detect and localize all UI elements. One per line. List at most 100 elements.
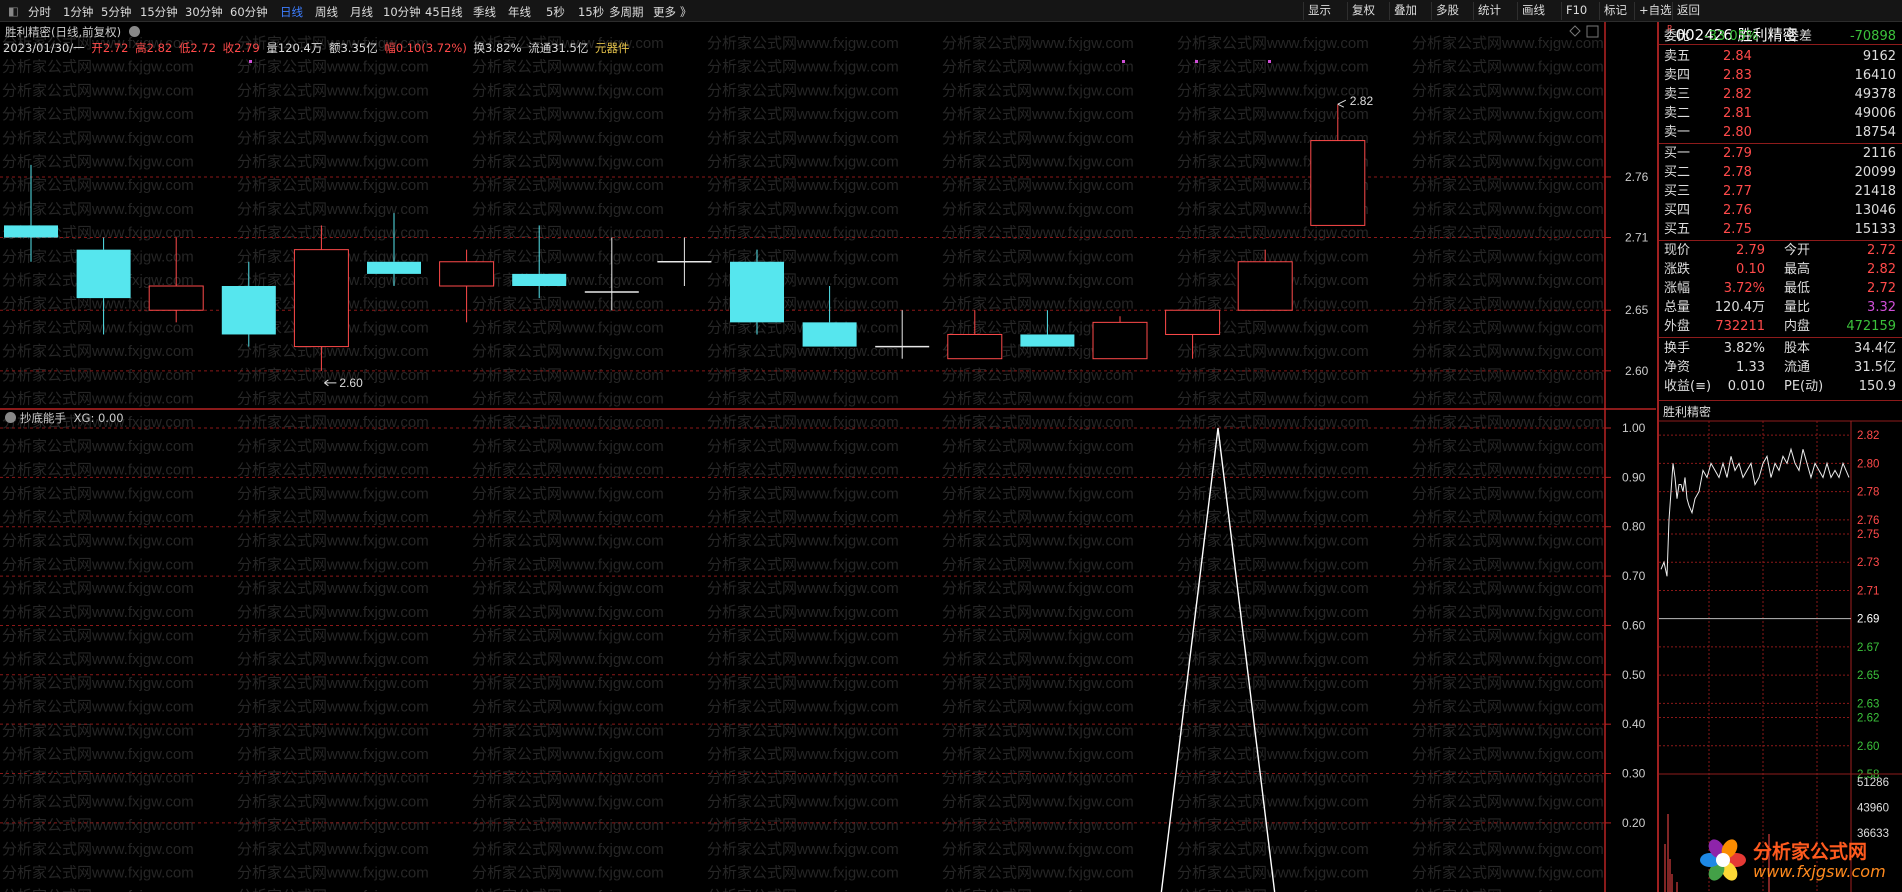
chart-title-text: 胜利精密(日线,前复权) (5, 25, 122, 39)
candle-body (439, 261, 495, 287)
ask-row: 卖五 2.84 9162 (1663, 48, 1898, 66)
stat2-row: 净资 1.33 流通 31.5亿 (1663, 359, 1898, 377)
ask-row: 卖一 2.80 18754 (1663, 124, 1898, 142)
mini-intraday-chart[interactable]: 胜利精密 2.58 2.60 2.62 2.63 2.65 2.67 2.69 2.71 2.73… (1659, 404, 1902, 892)
chart-canvas[interactable]: 分析家公式网www.fxjgw.com 分析家公式网www.fxjgw.com 分析… (0, 0, 1902, 892)
watermark-text: 分析家公式网www.fxjgw.com (2, 841, 194, 858)
watermark-text: 分析家公式网www.fxjgw.com (707, 367, 899, 384)
candle-body (221, 286, 276, 335)
candle-15[interactable] (1092, 316, 1148, 360)
ask-label: 卖一 (1664, 125, 1691, 140)
stat-label: 涨跌 (1664, 262, 1691, 277)
watermark-text: 分析家公式网www.fxjgw.com (942, 154, 1134, 171)
watermark-text: 分析家公式网www.fxjgw.com (1412, 391, 1604, 408)
watermark-text: 分析家公式网www.fxjgw.com (2, 533, 194, 550)
watermark-text: 分析家公式网www.fxjgw.com (707, 888, 899, 892)
bid-row: 买一 2.79 2116 (1663, 145, 1898, 163)
watermark-text: 分析家公式网www.fxjgw.com (707, 485, 899, 502)
watermark-text: 分析家公式网www.fxjgw.com (942, 272, 1134, 289)
watermark-text: 分析家公式网www.fxjgw.com (2, 770, 194, 787)
watermark-text: 分析家公式网www.fxjgw.com (707, 580, 899, 597)
watermark-text: 分析家公式网www.fxjgw.com (1177, 556, 1369, 573)
watermark-text: 分析家公式网www.fxjgw.com (707, 462, 899, 479)
mini-tick-label: 2.67 (1857, 642, 1879, 654)
candle-13[interactable] (947, 310, 1003, 360)
stat-value: 3.72% (1723, 281, 1765, 296)
watermark-text: 分析家公式网www.fxjgw.com (942, 533, 1134, 550)
watermark-text: 分析家公式网www.fxjgw.com (237, 651, 429, 668)
watermark-text: 分析家公式网www.fxjgw.com (1412, 35, 1604, 52)
watermark-text: 分析家公式网www.fxjgw.com (942, 722, 1134, 739)
watermark-text: 分析家公式网www.fxjgw.com (1412, 770, 1604, 787)
watermark-text: 分析家公式网www.fxjgw.com (1177, 628, 1369, 645)
watermark-text: 分析家公式网www.fxjgw.com (1412, 604, 1604, 621)
candle-9[interactable] (657, 237, 712, 286)
watermark-text: 分析家公式网www.fxjgw.com (707, 509, 899, 526)
watermark-text: 分析家公式网www.fxjgw.com (1412, 177, 1604, 194)
watermark-text: 分析家公式网www.fxjgw.com (707, 746, 899, 763)
watermark-text: 分析家公式网www.fxjgw.com (237, 817, 429, 834)
indicator-menu-icon[interactable] (5, 412, 16, 423)
watermark-text: 分析家公式网www.fxjgw.com (237, 793, 429, 810)
ask-volume: 49006 (1854, 106, 1896, 121)
settings-icon[interactable] (128, 26, 140, 37)
watermark-text: 分析家公式网www.fxjgw.com (237, 414, 429, 431)
watermark-text: 分析家公式网www.fxjgw.com (942, 888, 1134, 892)
watermark-text: 分析家公式网www.fxjgw.com (1177, 533, 1369, 550)
watermark-text: 分析家公式网www.fxjgw.com (1412, 793, 1604, 810)
watermark-text: 分析家公式网www.fxjgw.com (1412, 675, 1604, 692)
watermark-text: 分析家公式网www.fxjgw.com (707, 414, 899, 431)
watermark-text: 分析家公式网www.fxjgw.com (237, 722, 429, 739)
ask-row: 卖四 2.83 16410 (1663, 67, 1898, 85)
watermark-text: 分析家公式网www.fxjgw.com (1177, 485, 1369, 502)
mini-title: 胜利精密 (1663, 404, 1711, 419)
ask-row: 卖二 2.81 49006 (1663, 105, 1898, 123)
price-tick-label: 2.60 (1625, 364, 1649, 378)
watermark-text: 分析家公式网www.fxjgw.com (2, 793, 194, 810)
watermark-text: 分析家公式网www.fxjgw.com (2, 509, 194, 526)
watermark-text: 分析家公式网www.fxjgw.com (237, 106, 429, 123)
stat2-row: 换手 3.82% 股本 34.4亿 (1663, 340, 1898, 358)
watermark-text: 分析家公式网www.fxjgw.com (472, 367, 664, 384)
low-label: 2.60 (339, 376, 363, 390)
watermark-text: 分析家公式网www.fxjgw.com (1412, 722, 1604, 739)
indicator-tick-label: 0.90 (1622, 470, 1646, 484)
watermark-text: 分析家公式网www.fxjgw.com (707, 651, 899, 668)
bid-volume: 13046 (1854, 203, 1896, 218)
watermark-text: 分析家公式网www.fxjgw.com (472, 770, 664, 787)
watermark-text: 分析家公式网www.fxjgw.com (472, 82, 664, 99)
watermark-text: 分析家公式网www.fxjgw.com (2, 746, 194, 763)
site-logo: 分析家公式网 www.fxjgsw.com (1695, 832, 1898, 888)
info-high: 高2.82 (135, 41, 173, 55)
watermark-text: 分析家公式网www.fxjgw.com (237, 865, 429, 882)
watermark-text: 分析家公式网www.fxjgw.com (707, 722, 899, 739)
signal-marker (1195, 60, 1198, 63)
info-amount: 额3.35亿 (328, 41, 378, 55)
indicator-tick-label: 0.60 (1622, 618, 1646, 632)
watermark-text: 分析家公式网www.fxjgw.com (237, 462, 429, 479)
bid-price: 2.77 (1723, 184, 1752, 199)
watermark-text: 分析家公式网www.fxjgw.com (1412, 699, 1604, 716)
watermark-text: 分析家公式网www.fxjgw.com (707, 556, 899, 573)
signal-marker (1268, 60, 1271, 63)
candle-body (367, 261, 421, 274)
watermark-text: 分析家公式网www.fxjgw.com (942, 201, 1134, 218)
stat-label: 今开 (1784, 243, 1811, 258)
watermark-text: 分析家公式网www.fxjgw.com (942, 817, 1134, 834)
stat-row: 涨幅 3.72% 最低 2.72 (1663, 280, 1898, 298)
ask-label: 卖五 (1664, 49, 1691, 64)
info-sector[interactable]: 元器件 (595, 41, 630, 55)
watermark-text: 分析家公式网www.fxjgw.com (707, 865, 899, 882)
watermark-text: 分析家公式网www.fxjgw.com (1412, 343, 1604, 360)
bid-price: 2.78 (1723, 165, 1752, 180)
watermark-text: 分析家公式网www.fxjgw.com (1412, 556, 1604, 573)
watermark-text: 分析家公式网www.fxjgw.com (472, 817, 664, 834)
watermark-text: 分析家公式网www.fxjgw.com (707, 533, 899, 550)
stat2-row: 收益(≡) 0.010 PE(动) 150.9 (1663, 378, 1898, 396)
watermark-text: 分析家公式网www.fxjgw.com (942, 59, 1134, 76)
watermark-text: 分析家公式网www.fxjgw.com (707, 225, 899, 242)
candle-10[interactable] (730, 249, 784, 335)
watermark-text: 分析家公式网www.fxjgw.com (2, 604, 194, 621)
watermark-text: 分析家公式网www.fxjgw.com (1412, 438, 1604, 455)
watermark-text: 分析家公式网www.fxjgw.com (237, 177, 429, 194)
